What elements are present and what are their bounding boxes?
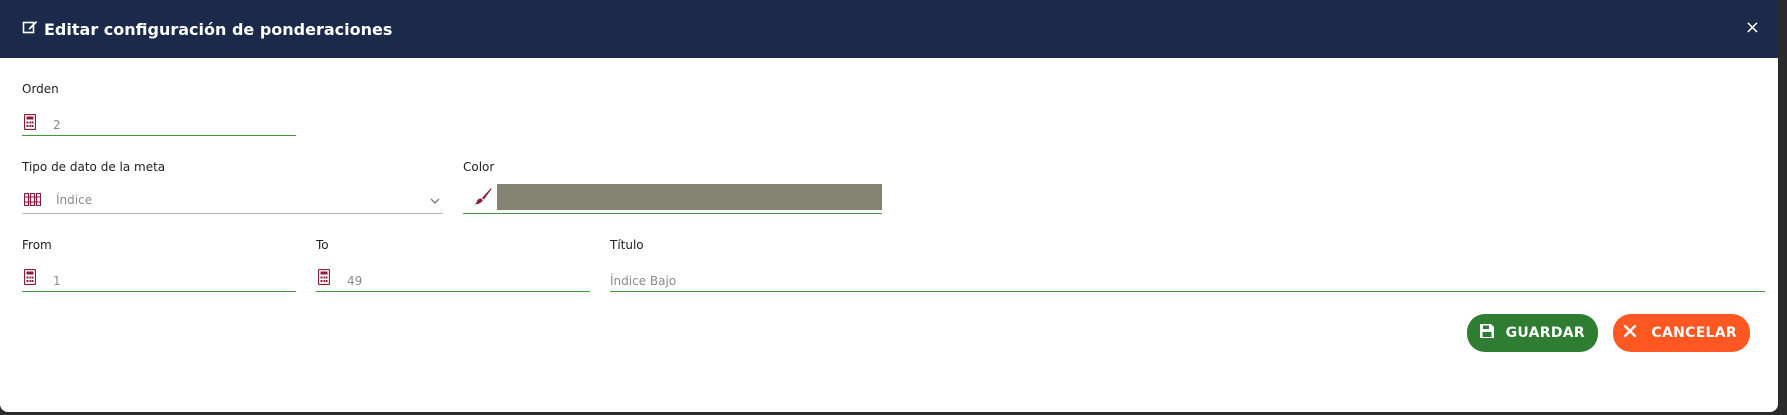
save-button[interactable]: GUARDAR	[1467, 314, 1598, 352]
modal-title-text: Editar configuración de ponderaciones	[44, 19, 393, 39]
titulo-underline	[610, 291, 1765, 292]
edit-weighting-modal: Editar configuración de ponderaciones × …	[0, 0, 1778, 412]
color-field: Color	[463, 160, 882, 216]
save-label: GUARDAR	[1505, 325, 1585, 341]
titulo-field: Título Índice Bajo	[610, 238, 1765, 294]
to-label: To	[316, 238, 329, 252]
cancel-button[interactable]: CANCELAR	[1613, 314, 1750, 352]
tipo-dato-underline	[22, 213, 443, 214]
floppy-icon	[1479, 323, 1495, 343]
calculator-icon	[317, 268, 331, 289]
tipo-dato-select[interactable]: Índice	[56, 193, 92, 207]
color-swatch[interactable]	[497, 184, 882, 210]
calculator-icon	[23, 268, 37, 289]
calculator-icon	[23, 113, 37, 134]
close-icon: ×	[1744, 17, 1760, 38]
orden-underline	[22, 135, 296, 136]
to-input[interactable]: 49	[347, 274, 362, 288]
edit-icon	[22, 19, 38, 39]
from-underline	[22, 291, 296, 292]
close-icon	[1623, 324, 1637, 342]
color-underline	[463, 213, 882, 214]
titulo-input[interactable]: Índice Bajo	[610, 274, 676, 288]
chevron-down-icon[interactable]	[430, 190, 440, 209]
tipo-dato-field: Tipo de dato de la meta Índice	[22, 160, 443, 216]
from-field: From 1	[22, 238, 296, 294]
orden-input[interactable]: 2	[53, 118, 61, 132]
tipo-dato-label: Tipo de dato de la meta	[22, 160, 166, 174]
modal-title: Editar configuración de ponderaciones	[22, 19, 392, 39]
to-field: To 49	[316, 238, 590, 294]
color-label: Color	[463, 160, 495, 174]
close-button[interactable]: ×	[1745, 18, 1760, 38]
orden-label: Orden	[22, 82, 59, 96]
cancel-label: CANCELAR	[1651, 325, 1737, 341]
book-icon	[23, 191, 42, 210]
modal-header: Editar configuración de ponderaciones ×	[0, 0, 1778, 58]
to-underline	[316, 291, 590, 292]
from-input[interactable]: 1	[53, 274, 61, 288]
orden-field: Orden 2	[22, 82, 296, 138]
brush-icon	[474, 187, 492, 209]
titulo-label: Título	[610, 238, 644, 252]
from-label: From	[22, 238, 52, 252]
